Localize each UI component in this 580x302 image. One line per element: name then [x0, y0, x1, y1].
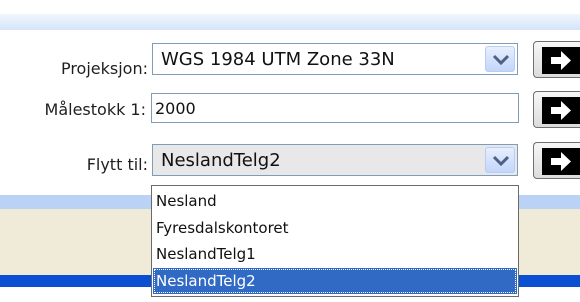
move-to-label: Flytt til: [86, 155, 148, 174]
scale-label: Målestokk 1: [44, 100, 146, 119]
header-gradient [0, 14, 580, 30]
chevron-down-icon [492, 155, 510, 167]
dropdown-option[interactable]: Fyresdalskontoret [153, 215, 517, 241]
dropdown-option[interactable]: NeslandTelg1 [153, 241, 517, 267]
projection-value: WGS 1984 UTM Zone 33N [161, 49, 395, 70]
projection-label: Projeksjon: [60, 59, 148, 78]
move-to-select[interactable]: NeslandTelg2 [152, 144, 518, 176]
arrow-right-icon [551, 51, 571, 70]
projection-go-button[interactable] [533, 41, 580, 78]
move-to-dropdown-list: Nesland Fyresdalskontoret NeslandTelg1 N… [151, 185, 519, 297]
projection-dropdown-button[interactable] [485, 46, 515, 72]
arrow-right-icon [551, 101, 571, 120]
move-to-go-button[interactable] [533, 142, 580, 179]
chevron-down-icon [492, 54, 510, 66]
move-to-value: NeslandTelg2 [161, 150, 281, 171]
arrow-right-icon [551, 152, 571, 171]
dropdown-option[interactable]: Nesland [153, 188, 517, 214]
dropdown-option-selected[interactable]: NeslandTelg2 [153, 268, 517, 294]
projection-select[interactable]: WGS 1984 UTM Zone 33N [152, 43, 518, 75]
scale-input[interactable] [151, 93, 519, 123]
move-to-dropdown-button[interactable] [485, 147, 515, 173]
scale-go-button[interactable] [533, 91, 580, 128]
